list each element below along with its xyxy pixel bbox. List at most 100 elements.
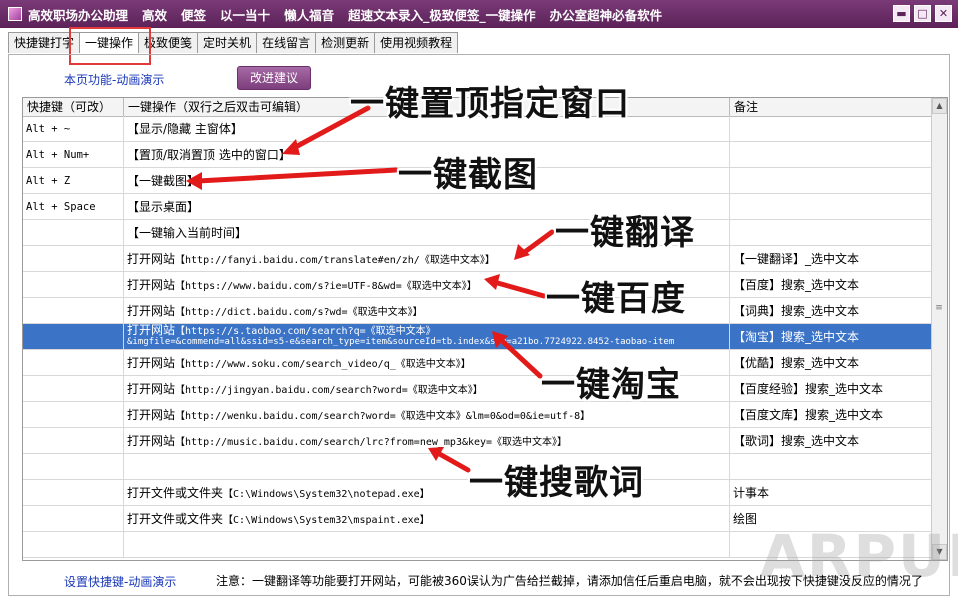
hotkey-cell[interactable] [23, 298, 124, 323]
annotation-lyrics: 一键搜歌词 [469, 463, 644, 503]
table-row[interactable]: Alt + Space 【显示桌面】 [23, 194, 933, 220]
action-cell[interactable]: 打开网站 【http://music.baidu.com/search/lrc?f… [124, 428, 730, 453]
tab-check-update[interactable]: 检测更新 [315, 32, 376, 53]
action-prefix: 打开文件或文件夹 [127, 512, 224, 526]
note-cell[interactable]: 【百度经验】搜索_选中文本 [730, 376, 933, 401]
table-row[interactable]: 打开网站 【http://wenku.baidu.com/search?word=… [23, 402, 933, 428]
action-url: 【http://dict.baidu.com/s?wd=《取选中文本》】 [175, 307, 423, 318]
window-controls: ▬ □ ✕ [893, 5, 952, 22]
note-cell[interactable]: 【百度文库】搜索_选中文本 [730, 402, 933, 427]
action-url: 【http://music.baidu.com/search/lrc?from=… [175, 437, 568, 448]
action-prefix: 打开网站 [127, 434, 176, 448]
action-cell[interactable]: 打开网站【https://s.taobao.com/search?q=《取选中文… [124, 324, 730, 349]
title-bar: 高效职场办公助理 高效 便签 以一当十 懒人福音 超速文本录入_极致便签_一键操… [0, 0, 958, 28]
tab-video-tutorial[interactable]: 使用视频教程 [374, 32, 459, 53]
hotkey-cell[interactable] [23, 272, 124, 297]
note-cell[interactable]: 【百度】搜索_选中文本 [730, 272, 933, 297]
table-row[interactable]: 打开网站 【https://www.baidu.com/s?ie=UTF-8&wd… [23, 272, 933, 298]
hotkey-cell[interactable] [23, 402, 124, 427]
action-url: 【http://jingyan.baidu.com/search?word=《取… [175, 385, 483, 396]
note-cell[interactable] [730, 220, 933, 245]
annotation-top-most: 一键置顶指定窗口 [350, 84, 630, 124]
hotkey-cell[interactable] [23, 246, 124, 271]
action-url: 【https://www.baidu.com/s?ie=UTF-8&wd=《取选… [175, 281, 477, 292]
table-row[interactable]: 打开网站 【http://music.baidu.com/search/lrc?f… [23, 428, 933, 454]
title-item-office: 办公室超神必备软件 [549, 7, 663, 23]
title-item-lazy: 懒人福音 [284, 7, 335, 23]
action-url: 【http://fanyi.baidu.com/translate#en/zh/… [175, 255, 495, 266]
action-cell[interactable] [124, 532, 730, 557]
hotkey-cell[interactable] [23, 220, 124, 245]
table-row[interactable]: 【一键输入当前时间】 [23, 220, 933, 246]
action-prefix: 打开网站 [127, 324, 176, 337]
hotkey-cell[interactable] [23, 428, 124, 453]
table-row[interactable]: 打开网站 【http://dict.baidu.com/s?wd=《取选中文本》】… [23, 298, 933, 324]
header-note[interactable]: 备注 [730, 98, 933, 116]
notice-text: 注意：一键翻译等功能要打开网站，可能被360误认为广告给拦截掉，请添加信任后重启… [216, 574, 923, 588]
title-item-one-for-ten: 以一当十 [220, 7, 271, 23]
title-menu: 高效职场办公助理 高效 便签 以一当十 懒人福音 超速文本录入_极致便签_一键操… [28, 5, 662, 24]
minimize-icon[interactable]: ▬ [893, 5, 910, 22]
annotation-taobao: 一键淘宝 [541, 365, 681, 405]
action-cell[interactable]: 打开文件或文件夹 【C:\Windows\System32\mspaint.exe… [124, 506, 730, 531]
action-url-continued: &imgfile=&commend=all&ssid=s5-e&search_t… [127, 337, 675, 347]
hotkey-cell[interactable] [23, 454, 124, 479]
note-cell[interactable] [730, 454, 933, 479]
hotkey-cell[interactable] [23, 324, 124, 349]
action-prefix: 打开文件或文件夹 [127, 486, 224, 500]
note-cell[interactable]: 【歌词】搜索_选中文本 [730, 428, 933, 453]
title-item-fast-entry: 超速文本录入_极致便签_一键操作 [348, 7, 536, 23]
annotation-translate: 一键翻译 [555, 213, 695, 253]
action-url: 【http://www.soku.com/search_video/q_《取选中… [175, 359, 471, 370]
hotkey-cell[interactable]: Alt + Z [23, 168, 124, 193]
table-row[interactable]: 打开网站 【http://jingyan.baidu.com/search?wor… [23, 376, 933, 402]
action-prefix: 打开网站 [127, 382, 176, 396]
title-item-efficient: 高效 [142, 7, 168, 23]
hotkey-cell[interactable] [23, 350, 124, 375]
note-cell[interactable]: 【淘宝】搜索_选中文本 [730, 324, 933, 349]
action-url: 【http://wenku.baidu.com/search?word=《取选中… [175, 411, 591, 422]
close-icon[interactable]: ✕ [935, 5, 952, 22]
tab-online-message[interactable]: 在线留言 [256, 32, 317, 53]
action-url: 【C:\Windows\System32\notepad.exe】 [223, 489, 430, 500]
scroll-up-icon[interactable]: ▲ [932, 98, 947, 114]
action-prefix: 打开网站 [127, 304, 176, 318]
title-item-notes: 便签 [181, 7, 207, 23]
hotkey-cell[interactable] [23, 532, 124, 557]
note-cell[interactable] [730, 116, 933, 141]
hotkey-demo-link[interactable]: 设置快捷键-动画演示 [64, 573, 176, 590]
header-hotkey[interactable]: 快捷键（可改） [23, 98, 124, 116]
action-prefix: 打开网站 [127, 278, 176, 292]
note-cell[interactable] [730, 168, 933, 193]
action-prefix: 打开网站 [127, 252, 176, 266]
table-row-selected[interactable]: 打开网站【https://s.taobao.com/search?q=《取选中文… [23, 324, 933, 350]
page-demo-link[interactable]: 本页功能-动画演示 [64, 71, 164, 88]
table-row[interactable]: 打开网站 【http://www.soku.com/search_video/q_… [23, 350, 933, 376]
note-cell[interactable]: 【一键翻译】_选中文本 [730, 246, 933, 271]
maximize-icon[interactable]: □ [914, 5, 931, 22]
action-prefix: 打开网站 [127, 408, 176, 422]
note-cell[interactable]: 【词典】搜索_选中文本 [730, 298, 933, 323]
hotkey-cell[interactable] [23, 480, 124, 505]
scroll-grip-icon[interactable]: ≡ [934, 303, 944, 313]
action-prefix: 打开网站 [127, 356, 176, 370]
note-cell[interactable]: 计事本 [730, 480, 933, 505]
app-icon [8, 7, 22, 21]
annotation-baidu: 一键百度 [546, 279, 686, 319]
table-row[interactable]: 打开网站 【http://fanyi.baidu.com/translate#en… [23, 246, 933, 272]
note-cell[interactable]: 【优酷】搜索_选中文本 [730, 350, 933, 375]
annotation-screenshot: 一键截图 [398, 155, 538, 195]
hotkey-cell[interactable] [23, 376, 124, 401]
hotkey-cell[interactable]: Alt + Num+ [23, 142, 124, 167]
hotkey-cell[interactable]: Alt + ~ [23, 116, 124, 141]
suggest-button[interactable]: 改进建议 [237, 66, 311, 90]
hotkey-cell[interactable] [23, 506, 124, 531]
tab-scheduled-shutdown[interactable]: 定时关机 [197, 32, 258, 53]
app-title: 高效职场办公助理 [28, 7, 129, 23]
note-cell[interactable] [730, 142, 933, 167]
action-url: 【C:\Windows\System32\mspaint.exe】 [223, 515, 430, 526]
vertical-scrollbar[interactable]: ▲ ≡ ▼ [931, 98, 947, 560]
action-url: 【https://s.taobao.com/search?q=《取选中文本》 [175, 326, 436, 337]
hotkey-cell[interactable]: Alt + Space [23, 194, 124, 219]
note-cell[interactable] [730, 194, 933, 219]
